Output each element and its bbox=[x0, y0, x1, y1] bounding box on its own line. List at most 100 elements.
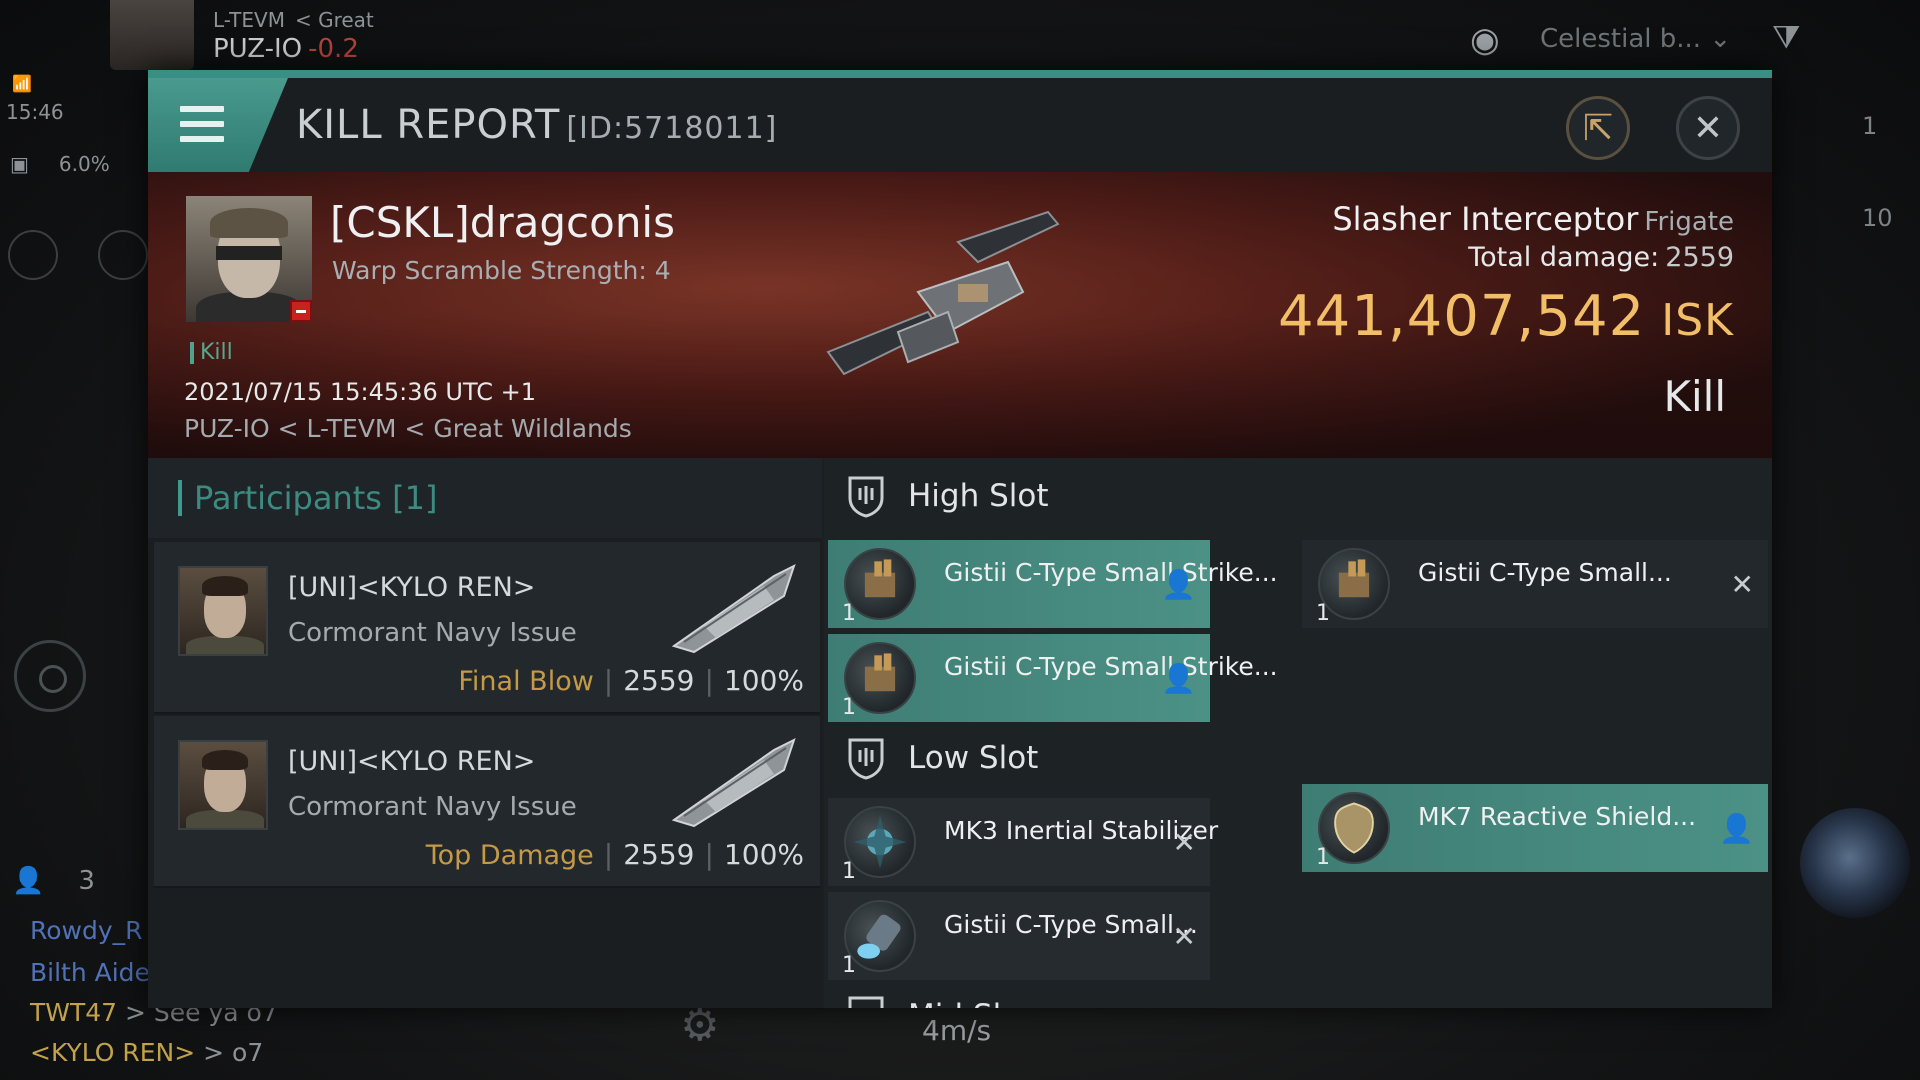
module-quantity: 1 bbox=[842, 695, 856, 720]
high-slot-label: High Slot bbox=[908, 478, 1049, 514]
close-icon: ✕ bbox=[1692, 107, 1724, 149]
chat-sender: TWT47 bbox=[30, 998, 118, 1027]
fleet-count: 3 bbox=[78, 866, 95, 896]
participant-ship-image bbox=[671, 738, 796, 828]
participant-ship: Cormorant Navy Issue bbox=[288, 792, 577, 822]
module-item[interactable]: 1 MK3 Inertial Stabilizer ✕ bbox=[828, 798, 1218, 886]
chat-sender: Bilth Aide bbox=[30, 958, 150, 987]
destroyed-icon: ✕ bbox=[1172, 826, 1196, 859]
isk-value: 441,407,542 ISK bbox=[1278, 284, 1734, 349]
menu-button[interactable] bbox=[148, 78, 288, 172]
victim-banner: [CSKL]dragconis Warp Scramble Strength: … bbox=[148, 172, 1772, 458]
cargo-icon: ▣ bbox=[10, 152, 29, 176]
dialog-header: KILL REPORT [ID:5718011] ⇱ ✕ bbox=[148, 78, 1772, 172]
fitting-panel: High Slot 1 Gistii C-Type Small Strike..… bbox=[824, 458, 1772, 1008]
hud-cargo-indicator[interactable]: ▣ 6.0% bbox=[10, 152, 110, 176]
participant-avatar[interactable] bbox=[178, 566, 268, 656]
kill-location: PUZ-IO < L-TEVM < Great Wildlands bbox=[184, 414, 632, 443]
slot-shield-icon bbox=[848, 476, 884, 518]
pilot-portrait[interactable] bbox=[110, 0, 194, 70]
kill-report-dialog: KILL REPORT [ID:5718011] ⇱ ✕ [CSKL]dragco… bbox=[148, 70, 1772, 1008]
participant-avatar[interactable] bbox=[178, 740, 268, 830]
hud-planet-orb bbox=[1800, 808, 1910, 918]
victim-ship-name: Slasher Interceptor bbox=[1332, 200, 1639, 238]
hud-nav-buttons bbox=[8, 230, 148, 280]
destroyed-icon: ✕ bbox=[1730, 568, 1754, 601]
module-item[interactable]: 1 Gistii C-Type Small Strike... 👤 bbox=[828, 634, 1278, 722]
high-slot-header: High Slot bbox=[824, 458, 1772, 534]
hamburger-icon bbox=[180, 106, 224, 142]
cargo-percent: 6.0% bbox=[58, 152, 110, 176]
share-button[interactable]: ⇱ bbox=[1566, 96, 1630, 160]
dropped-icon: 👤 bbox=[1161, 568, 1196, 601]
hud-system-label: PUZ-IO bbox=[213, 34, 303, 64]
participant-stats: Top Damage | 2559 | 100% bbox=[425, 838, 804, 871]
chat-message: > o7 bbox=[195, 1038, 264, 1067]
participant-name: [UNI]<KYLO REN> bbox=[288, 746, 536, 777]
module-name: Gistii C-Type Small Strike... bbox=[944, 652, 1278, 681]
module-name: Gistii C-Type Small... bbox=[944, 910, 1198, 939]
kill-datetime: 2021/07/15 15:45:36 UTC +1 bbox=[184, 378, 536, 406]
result-label: Kill bbox=[1663, 372, 1726, 421]
warp-scramble-strength: Warp Scramble Strength: 4 bbox=[332, 256, 671, 285]
navigate-icon[interactable] bbox=[8, 230, 58, 280]
close-button[interactable]: ✕ bbox=[1676, 96, 1740, 160]
mid-slot-label: Mid Sl... bbox=[908, 998, 1031, 1008]
participants-panel: Participants [1] [UNI]<KYLO REN> Cormora… bbox=[148, 458, 822, 1008]
module-item[interactable]: 1 Gistii C-Type Small... ✕ bbox=[1302, 540, 1768, 628]
chat-line[interactable]: <KYLO REN> > o7 bbox=[30, 1038, 263, 1067]
participant-damage: 2559 bbox=[623, 838, 695, 871]
dropped-icon: 👤 bbox=[1719, 812, 1754, 845]
participant-stats: Final Blow | 2559 | 100% bbox=[458, 664, 804, 697]
hud-security-status: -0.2 bbox=[308, 34, 359, 64]
hud-system-name: PUZ-IO -0.2 bbox=[213, 34, 359, 64]
dialog-title-text: KILL REPORT bbox=[296, 102, 561, 148]
participant-role: Final Blow bbox=[458, 666, 594, 697]
module-quantity: 1 bbox=[1316, 845, 1330, 870]
fleet-indicator[interactable]: 👤 3 bbox=[12, 866, 95, 896]
module-item[interactable]: 1 Gistii C-Type Small Strike... 👤 bbox=[828, 540, 1278, 628]
module-item[interactable]: 1 MK7 Reactive Shield... 👤 bbox=[1302, 784, 1768, 872]
module-name: Gistii C-Type Small Strike... bbox=[944, 558, 1278, 587]
filter-icon[interactable]: ⧩ bbox=[1772, 18, 1801, 57]
participant-damage: 2559 bbox=[623, 664, 695, 697]
participant-row[interactable]: [UNI]<KYLO REN> Cormorant Navy Issue Top… bbox=[154, 716, 820, 888]
overview-filter-select[interactable]: Celestial b... ⌄ bbox=[1540, 24, 1731, 54]
side-counter-1: 1 bbox=[1862, 112, 1878, 140]
external-link-icon: ⇱ bbox=[1582, 107, 1614, 149]
report-id: [ID:5718011] bbox=[566, 111, 778, 146]
total-damage-label: Total damage: bbox=[1468, 242, 1660, 273]
chat-sender: <KYLO REN> bbox=[30, 1038, 196, 1067]
total-damage: Total damage: 2559 bbox=[1468, 242, 1734, 273]
module-name: Gistii C-Type Small... bbox=[1418, 558, 1672, 587]
module-quantity: 1 bbox=[1316, 601, 1330, 626]
chevron-down-icon: ⌄ bbox=[1709, 24, 1732, 54]
participant-role: Top Damage bbox=[425, 840, 594, 871]
hud-region-name: L-TEVM bbox=[213, 8, 285, 32]
participant-row[interactable]: [UNI]<KYLO REN> Cormorant Navy Issue Fin… bbox=[154, 542, 820, 714]
victim-ship[interactable]: Slasher Interceptor Frigate bbox=[1332, 200, 1734, 238]
participants-title: Participants [1] bbox=[178, 480, 437, 516]
victim-ship-image bbox=[826, 210, 1060, 376]
victim-name[interactable]: [CSKL]dragconis bbox=[330, 198, 675, 247]
participant-ship-image bbox=[671, 564, 796, 654]
hud-constellation-name: < Great bbox=[294, 8, 374, 32]
ship-speed: 4m/s bbox=[922, 1014, 992, 1047]
dropped-icon: 👤 bbox=[1161, 662, 1196, 695]
participant-ship: Cormorant Navy Issue bbox=[288, 618, 577, 648]
module-item[interactable]: 1 Gistii C-Type Small... ✕ bbox=[828, 892, 1210, 980]
isk-unit: ISK bbox=[1661, 295, 1734, 346]
module-name: MK7 Reactive Shield... bbox=[1418, 802, 1697, 831]
chat-line[interactable]: Rowdy_R bbox=[30, 916, 143, 945]
eye-icon[interactable]: ◉ bbox=[1470, 20, 1500, 60]
dock-icon[interactable] bbox=[98, 230, 148, 280]
hud-location-panel[interactable]: L-TEVM < Great PUZ-IO -0.2 bbox=[0, 0, 400, 80]
target-lock-icon[interactable] bbox=[14, 640, 86, 712]
module-quantity: 1 bbox=[842, 953, 856, 978]
chat-line[interactable]: Bilth Aide bbox=[30, 958, 150, 987]
slot-shield-icon bbox=[848, 738, 884, 780]
module-quantity: 1 bbox=[842, 859, 856, 884]
hud-system-path: L-TEVM < Great bbox=[213, 8, 384, 32]
participant-name: [UNI]<KYLO REN> bbox=[288, 572, 536, 603]
chat-sender: Rowdy_R bbox=[30, 916, 143, 945]
